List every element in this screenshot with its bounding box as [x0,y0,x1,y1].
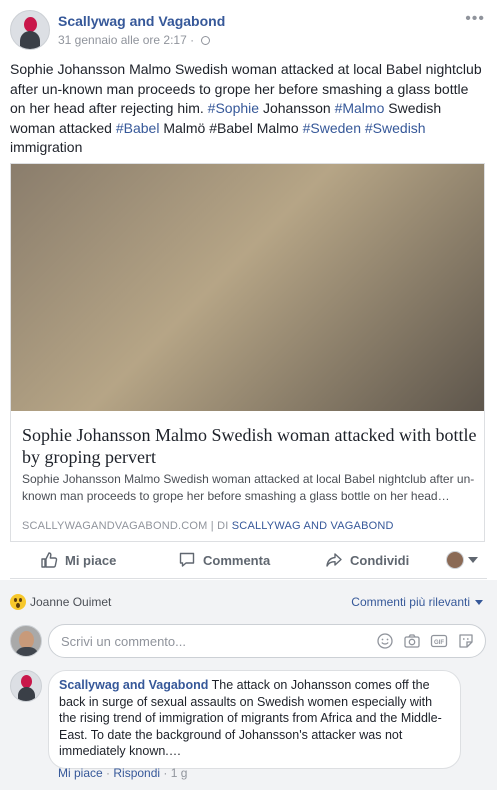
link-preview-description: Sophie Johansson Malmo Swedish woman att… [22,472,475,503]
comment-actions-sep: · [102,766,114,780]
share-button[interactable]: Condividi [325,551,409,569]
hashtag-link[interactable]: #Sweden [303,120,361,136]
source-divider: | DI [207,520,232,532]
share-icon [326,553,342,567]
comment-sort-label: Commenti più rilevanti [351,595,470,609]
user-avatar-shoulders [15,647,39,656]
page-name-link[interactable]: Scallywag and Vagabond [58,13,225,29]
emoji-icon[interactable] [376,632,394,650]
hashtag-link[interactable]: #Swedish [365,120,426,136]
comment-bubble: Scallywag and Vagabond The attack on Joh… [48,670,461,769]
comment-input-tools: GIF [376,632,475,650]
link-preview-title[interactable]: Sophie Johansson Malmo Swedish woman att… [22,424,477,468]
comment-age[interactable]: 1 g [171,766,188,780]
like-button[interactable]: Mi piace [40,551,116,569]
hashtag-link[interactable]: #Sophie [208,100,259,116]
svg-text:GIF: GIF [434,640,444,646]
meta-separator: · [190,33,195,47]
avatar-figure-head [24,17,37,32]
link-preview-image[interactable] [11,164,484,411]
post-text-part: Johansson [259,100,335,116]
post-timestamp[interactable]: 31 gennaio alle ore 2:17 [58,33,187,47]
write-comment-row: Scrivi un commento... GIF [10,624,487,658]
post-text-part: Malmö #Babel Malmo [159,119,303,136]
page-avatar[interactable] [10,10,50,50]
like-label: Mi piace [65,552,117,568]
hashtag-link[interactable]: #Babel [116,120,160,136]
comment-actions-sep: · [160,766,171,780]
chevron-down-icon [475,599,483,605]
link-preview-author[interactable]: SCALLYWAG AND VAGABOND [232,520,394,532]
link-preview-card[interactable]: Sophie Johansson Malmo Swedish woman att… [10,163,485,542]
like-icon [41,552,58,568]
comment-actions: Mi piace · Rispondi · 1 g [58,766,187,780]
comment-sort-dropdown[interactable]: Commenti più rilevanti [351,595,483,609]
comment-input[interactable]: Scrivi un commento... GIF [48,624,486,658]
gif-icon[interactable]: GIF [430,632,448,650]
chevron-down-icon [468,557,478,563]
sticker-icon[interactable] [457,632,475,650]
more-icon[interactable]: ••• [465,10,485,28]
share-label: Condividi [350,552,410,568]
link-preview-source: SCALLYWAGANDVAGABOND.COM | DI SCALLYWAG … [22,520,394,532]
globe-icon [201,36,211,45]
comment-like-link[interactable]: Mi piace [58,766,103,780]
comments-section: Joanne Ouimet Commenti più rilevanti Scr… [0,580,497,790]
camera-icon[interactable] [403,632,421,650]
avatar-figure-body [18,687,35,701]
post-meta: 31 gennaio alle ore 2:17 · [58,33,211,47]
post-header: Scallywag and Vagabond 31 gennaio alle o… [10,10,487,52]
post-as-selector[interactable] [446,551,478,569]
post-action-bar: Mi piace Commenta Condividi [10,545,487,579]
comment-author-name[interactable]: Scallywag and Vagabond [59,678,208,692]
post-text-part: immigration [10,139,83,155]
comment-icon [179,552,195,567]
comment-input-placeholder: Scrivi un commento... [61,634,186,649]
facebook-post: Scallywag and Vagabond 31 gennaio alle o… [0,0,497,790]
wow-reaction-mouth [16,603,20,608]
comment-button[interactable]: Commenta [178,551,270,569]
link-preview-domain: SCALLYWAGANDVAGABOND.COM [22,520,208,532]
comment-reply-link[interactable]: Rispondi [113,766,160,780]
avatar-figure-body [20,31,40,49]
user-avatar-small [446,551,464,569]
current-user-avatar[interactable] [10,625,42,657]
reactions-row: Joanne Ouimet Commenti più rilevanti [10,594,487,612]
comment-author-avatar[interactable] [10,670,42,702]
comment-label: Commenta [203,552,271,568]
reactor-name[interactable]: Joanne Ouimet [30,595,111,609]
wow-reaction-icon[interactable] [10,594,26,610]
post-text: Sophie Johansson Malmo Swedish woman att… [10,60,487,158]
hashtag-link[interactable]: #Malmo [335,100,385,116]
